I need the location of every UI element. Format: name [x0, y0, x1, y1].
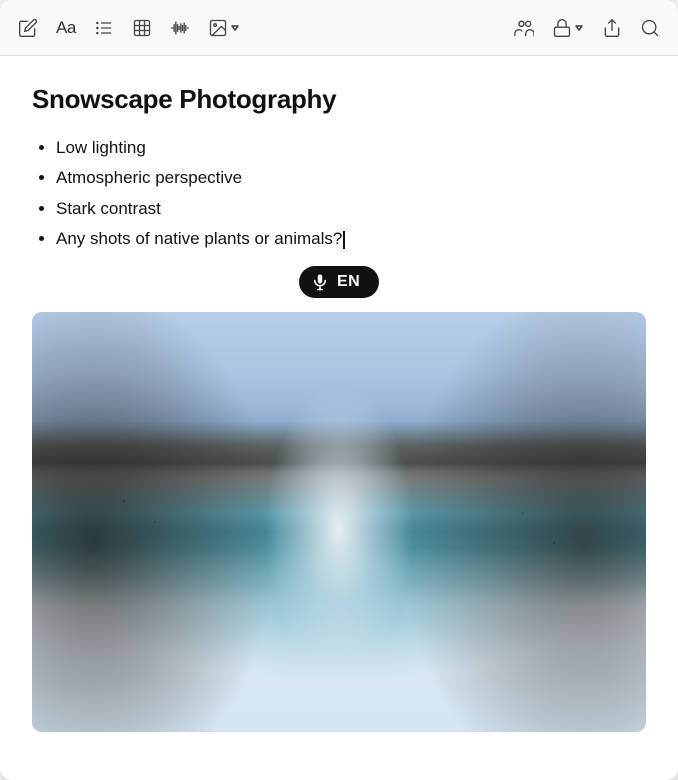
list-item: Low lighting [56, 135, 646, 161]
microphone-icon [311, 273, 329, 291]
text-format-icon[interactable]: Aa [56, 18, 76, 38]
edit-icon[interactable] [18, 18, 38, 38]
app-window: Aa [0, 0, 678, 780]
language-label: EN [337, 273, 360, 291]
list-item: Stark contrast [56, 196, 646, 222]
snowscape-photo [32, 312, 646, 732]
lock-icon[interactable] [552, 18, 584, 38]
media-insert-icon[interactable] [208, 18, 240, 38]
toolbar-right [514, 18, 660, 38]
table-icon[interactable] [132, 18, 152, 38]
landscape-overlay [32, 312, 646, 732]
collaboration-icon[interactable] [514, 18, 534, 38]
share-icon[interactable] [602, 18, 622, 38]
list-item: Any shots of native plants or animals? [56, 226, 646, 252]
snowscape-photo-container [32, 312, 646, 732]
document-content: Snowscape Photography Low lighting Atmos… [0, 56, 678, 780]
list-icon[interactable] [94, 18, 114, 38]
mic-pill-wrapper: EN [32, 266, 646, 298]
mic-language-pill[interactable]: EN [299, 266, 379, 298]
toolbar: Aa [0, 0, 678, 56]
search-icon[interactable] [640, 18, 660, 38]
document-title: Snowscape Photography [32, 84, 646, 115]
list-item: Atmospheric perspective [56, 165, 646, 191]
bullet-list: Low lighting Atmospheric perspective Sta… [32, 135, 646, 252]
audio-waveform-icon[interactable] [170, 18, 190, 38]
text-cursor [343, 231, 345, 249]
